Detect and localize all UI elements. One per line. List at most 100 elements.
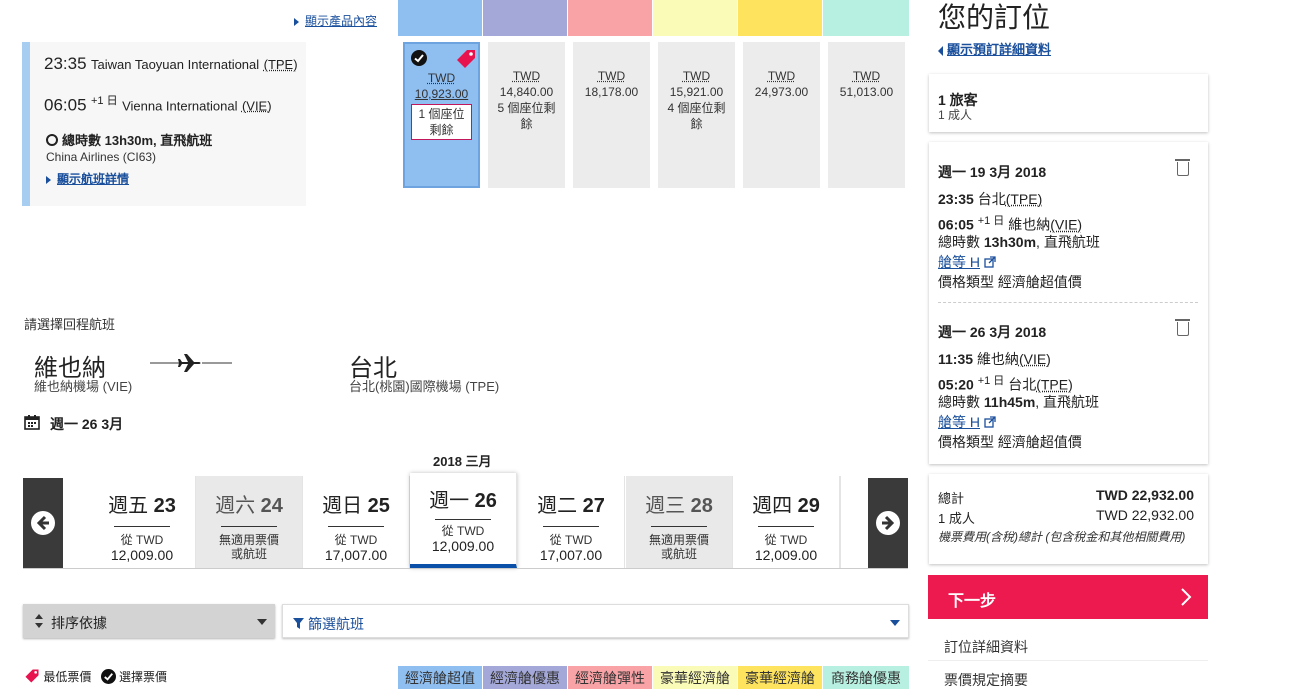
date-price: 17,007.00: [303, 547, 409, 563]
outbound-airline: China Airlines (CI63): [46, 150, 156, 164]
date-price: 12,009.00: [410, 538, 516, 554]
segment2-cabin-link[interactable]: 艙等 H: [938, 412, 996, 433]
legend-tab-premium-1[interactable]: 豪華經濟艙: [653, 666, 737, 689]
booking-details-link[interactable]: 訂位詳細資料: [928, 629, 1208, 661]
next-dates-button[interactable]: [868, 478, 908, 568]
date-tab-sat-24[interactable]: 週六 24 無適用票價 或航班: [196, 476, 303, 568]
arr-time: 06:05: [44, 95, 87, 114]
fare-price: 51,013.00: [828, 84, 905, 100]
show-product-link[interactable]: 顯示產品內容: [294, 12, 377, 29]
booking-title: 您的訂位: [938, 0, 1050, 36]
seats-remaining: 4 個座位剩餘: [658, 100, 735, 132]
arr-code: (VIE): [242, 98, 272, 113]
fare-price: 14,840.00: [488, 84, 565, 100]
fare-rules-link[interactable]: 票價規定摘要: [928, 662, 1208, 689]
dep-airport: Taiwan Taoyuan International: [91, 57, 259, 72]
price-note: 機票費用(含稅)總計 (包含稅金和其他相關費用): [938, 528, 1185, 545]
divider: [543, 526, 599, 527]
filter-dropdown[interactable]: 篩選航班: [282, 604, 909, 638]
fare-cell-business[interactable]: TWD 51,013.00: [828, 42, 905, 188]
divider: [758, 526, 814, 527]
lowest-price-tag-icon: [24, 668, 40, 687]
day-number: 25: [368, 495, 390, 517]
checkmark-icon: [411, 50, 427, 66]
arrow-right-icon: [876, 511, 900, 535]
checkmark-icon: [101, 669, 116, 684]
itinerary-summary: 週一 19 3月 2018 23:35 台北(TPE) 06:05 +1 日 維…: [929, 142, 1208, 464]
seats-remaining: 5 個座位剩餘: [488, 100, 565, 132]
date-price: 12,009.00: [733, 547, 839, 563]
fare-cell-economy-super[interactable]: TWD 10,923.00 1 個座位剩餘: [403, 42, 480, 188]
day-of-week: 週日: [322, 495, 362, 517]
price-summary: 總計 TWD 22,932.00 1 成人 TWD 22,932.00 機票費用…: [929, 474, 1208, 564]
fare-header-economy-super: [398, 0, 482, 36]
fare-header-economy-flex: [568, 0, 652, 36]
fare-cell-premium-1[interactable]: TWD 15,921.00 4 個座位剩餘: [658, 42, 735, 188]
external-link-icon: [984, 413, 996, 433]
date-tab-wed-28[interactable]: 週三 28 無適用票價 或航班: [626, 476, 733, 568]
date-tab-partial: [840, 476, 868, 568]
next-step-button[interactable]: 下一步: [928, 575, 1208, 619]
day-of-week: 週三: [645, 495, 685, 517]
segment1-cabin-link[interactable]: 艙等 H: [938, 252, 996, 273]
fare-header-premium-2: [738, 0, 822, 36]
stopwatch-icon: [46, 134, 58, 146]
carousel-bottom-line: [23, 568, 908, 569]
date-price-label: 從 TWD: [518, 533, 624, 547]
legend-selected-label: 選擇票價: [119, 670, 167, 684]
outbound-duration: 總時數 13h30m, 直飛航班: [62, 133, 212, 148]
legend-tab-economy-promo[interactable]: 經濟艙優惠: [483, 666, 567, 689]
sort-dropdown[interactable]: 排序依據: [23, 604, 275, 638]
divider: [435, 519, 491, 520]
legend: 最低票價 選擇票價: [24, 668, 167, 687]
trash-icon[interactable]: [1177, 162, 1189, 176]
chevron-right-icon: [1180, 587, 1192, 612]
segment2-date: 週一 26 3月 2018: [938, 322, 1046, 342]
legend-lowest-label: 最低票價: [43, 670, 91, 684]
fare-cell-premium-2[interactable]: TWD 24,973.00: [743, 42, 820, 188]
legend-tab-premium-2[interactable]: 豪華經濟艙: [738, 666, 822, 689]
show-booking-details-link[interactable]: 顯示預訂詳細資料: [938, 39, 1051, 58]
fare-cell-economy-flex[interactable]: TWD 18,178.00: [573, 42, 650, 188]
passenger-detail: 1 成人: [938, 106, 972, 123]
date-tab-thu-29[interactable]: 週四 29 從 TWD 12,009.00: [733, 476, 840, 568]
arrow-left-icon: [31, 511, 55, 535]
arr-airport: Vienna International: [122, 98, 237, 113]
divider: [114, 526, 170, 527]
date-tab-mon-26[interactable]: 週一 26 從 TWD 12,009.00: [410, 473, 517, 568]
date-price-label: 從 TWD: [410, 524, 516, 538]
trash-icon[interactable]: [1177, 322, 1189, 336]
return-date: 週一 26 3月: [50, 414, 123, 434]
date-price-label: 從 TWD: [733, 533, 839, 547]
lowest-price-tag-icon: [455, 48, 477, 74]
day-number: 29: [798, 495, 820, 517]
flight-details-link[interactable]: 顯示航班詳情: [46, 170, 129, 187]
date-price: 或航班: [196, 547, 302, 561]
fare-price: 15,921.00: [658, 84, 735, 100]
day-number: 23: [154, 495, 176, 517]
segment1-date: 週一 19 3月 2018: [938, 162, 1046, 182]
day-of-week: 週一: [429, 490, 469, 512]
fare-currency: TWD: [658, 68, 735, 84]
divider: [221, 526, 277, 527]
arr-plus-day: +1 日: [91, 95, 118, 107]
day-number: 28: [691, 495, 713, 517]
date-tab-tue-27[interactable]: 週二 27 從 TWD 17,007.00: [518, 476, 625, 568]
segment2-fare-type: 價格類型 經濟艙超值價: [938, 432, 1082, 452]
passenger-summary: 1 旅客 1 成人: [929, 74, 1208, 132]
fare-price: 18,178.00: [573, 84, 650, 100]
prev-dates-button[interactable]: [23, 478, 63, 568]
fare-cell-economy-promo[interactable]: TWD 14,840.00 5 個座位剩餘: [488, 42, 565, 188]
legend-tab-economy-flex[interactable]: 經濟艙彈性: [568, 666, 652, 689]
legend-tab-business[interactable]: 商務艙優惠: [823, 666, 909, 689]
date-price-label: 從 TWD: [303, 533, 409, 547]
chevron-down-icon: [890, 620, 900, 626]
legend-tab-economy-super[interactable]: 經濟艙超值: [398, 666, 482, 689]
date-tab-sun-25[interactable]: 週日 25 從 TWD 17,007.00: [303, 476, 410, 568]
date-tab-fri-23[interactable]: 週五 23 從 TWD 12,009.00: [89, 476, 196, 568]
date-price-label: 從 TWD: [89, 533, 195, 547]
next-step-label: 下一步: [948, 587, 996, 611]
fare-header-economy-promo: [483, 0, 567, 36]
sort-label: 排序依據: [51, 613, 107, 633]
day-number: 26: [475, 490, 497, 512]
